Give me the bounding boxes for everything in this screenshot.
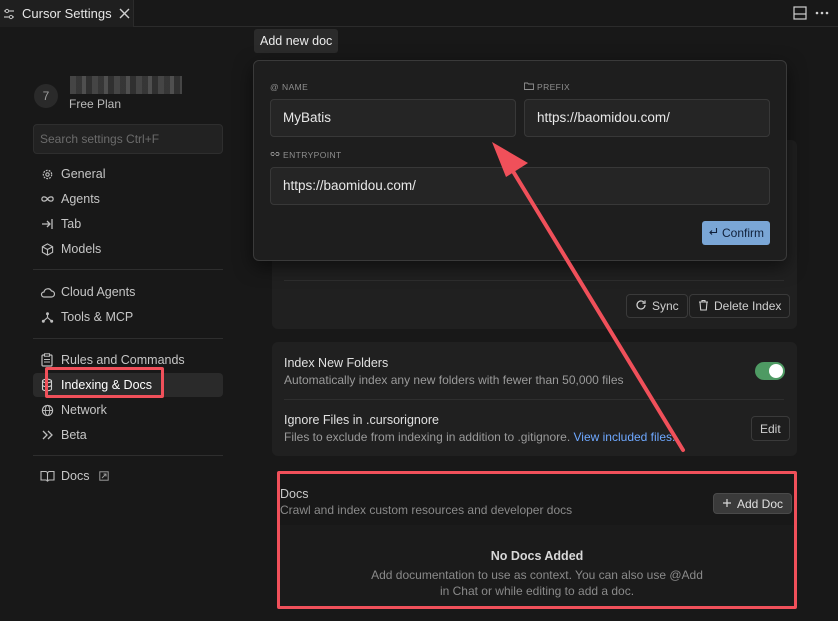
external-link-icon bbox=[99, 471, 110, 481]
sidebar-item-label: Beta bbox=[61, 428, 87, 442]
sidebar-divider bbox=[33, 455, 223, 456]
clipboard-icon bbox=[39, 352, 55, 368]
highlight-box-indexing-docs bbox=[45, 367, 164, 398]
sidebar-item-label: Models bbox=[61, 242, 102, 256]
edit-button[interactable]: Edit bbox=[751, 416, 790, 441]
view-included-files-link[interactable]: View included files. bbox=[574, 430, 676, 444]
sync-label: Sync bbox=[652, 299, 679, 313]
entrypoint-field-label: ENTRYPOINT bbox=[270, 150, 342, 160]
prefix-field-label: PREFIX bbox=[524, 82, 570, 92]
username-redacted bbox=[70, 76, 182, 94]
sync-button[interactable]: Sync bbox=[626, 294, 688, 318]
delete-index-label: Delete Index bbox=[714, 299, 782, 313]
settings-sliders-icon bbox=[2, 7, 16, 21]
sidebar-item-label: Network bbox=[61, 403, 107, 417]
add-new-doc-title: Add new doc bbox=[254, 29, 339, 53]
sidebar-item-tools-mcp[interactable]: Tools & MCP bbox=[33, 305, 223, 329]
sidebar-item-label: Tab bbox=[61, 217, 82, 231]
confirm-label: Confirm bbox=[721, 226, 764, 240]
index-new-folders-desc: Automatically index any new folders with… bbox=[284, 373, 624, 387]
prefix-label-text: PREFIX bbox=[537, 82, 571, 92]
sidebar-item-network[interactable]: Network bbox=[33, 398, 223, 422]
delete-index-button[interactable]: Delete Index bbox=[689, 294, 791, 318]
sidebar-item-general[interactable]: General bbox=[33, 162, 223, 186]
arrow-right-to-line-icon bbox=[39, 216, 55, 232]
tab-bar: Cursor Settings bbox=[0, 0, 838, 27]
entrypoint-label-text: ENTRYPOINT bbox=[283, 150, 342, 160]
sidebar-item-label: General bbox=[61, 167, 106, 181]
sidebar-item-cloud-agents[interactable]: Cloud Agents bbox=[33, 280, 223, 304]
sidebar-item-models[interactable]: Models bbox=[33, 237, 223, 261]
sidebar-item-label: Tools & MCP bbox=[61, 310, 134, 324]
chevrons-right-icon bbox=[39, 427, 55, 443]
ignore-files-desc-text: Files to exclude from indexing in additi… bbox=[284, 430, 571, 444]
avatar: 7 bbox=[34, 84, 58, 108]
more-icon[interactable] bbox=[814, 6, 830, 20]
sidebar-divider bbox=[33, 269, 223, 270]
sidebar-item-label: Docs bbox=[61, 469, 90, 483]
ignore-files-title: Ignore Files in .cursorignore bbox=[284, 413, 439, 427]
infinity-icon bbox=[39, 191, 55, 207]
sidebar-item-label: Rules and Commands bbox=[61, 353, 185, 367]
name-field[interactable]: MyBatis bbox=[270, 99, 516, 137]
sidebar-item-docs[interactable]: Docs bbox=[33, 464, 223, 488]
prefix-field[interactable]: https://baomidou.com/ bbox=[524, 99, 770, 137]
search-input[interactable]: Search settings Ctrl+F bbox=[33, 124, 223, 154]
name-field-label: @ NAME bbox=[270, 82, 308, 92]
enter-icon bbox=[708, 226, 718, 240]
ignore-files-desc: Files to exclude from indexing in additi… bbox=[284, 430, 675, 444]
confirm-button[interactable]: Confirm bbox=[702, 221, 770, 245]
cube-icon bbox=[39, 241, 55, 257]
sidebar-item-tab[interactable]: Tab bbox=[33, 212, 223, 236]
index-new-folders-title: Index New Folders bbox=[284, 356, 389, 370]
sidebar-item-label: Agents bbox=[61, 192, 100, 206]
trash-icon bbox=[698, 299, 709, 314]
sidebar-item-agents[interactable]: Agents bbox=[33, 187, 223, 211]
sidebar-divider bbox=[33, 338, 223, 339]
nodes-icon bbox=[39, 309, 55, 325]
folder-icon bbox=[524, 82, 534, 92]
globe-icon bbox=[39, 402, 55, 418]
link-icon bbox=[270, 150, 280, 160]
row-divider bbox=[284, 280, 784, 281]
book-icon bbox=[39, 468, 55, 484]
split-layout-icon[interactable] bbox=[793, 6, 807, 20]
index-new-folders-toggle[interactable] bbox=[755, 362, 785, 380]
sidebar-item-label: Cloud Agents bbox=[61, 285, 136, 299]
plan-label: Free Plan bbox=[69, 97, 122, 111]
cloud-icon bbox=[39, 284, 55, 300]
tab-title: Cursor Settings bbox=[22, 6, 112, 21]
close-icon[interactable] bbox=[118, 7, 132, 21]
sidebar-item-beta[interactable]: Beta bbox=[33, 423, 223, 447]
row-divider bbox=[284, 399, 784, 400]
toggle-knob bbox=[769, 364, 783, 378]
refresh-icon bbox=[635, 299, 647, 314]
gear-icon bbox=[39, 166, 55, 182]
highlight-box-docs-section bbox=[277, 471, 797, 609]
name-label-text: NAME bbox=[282, 82, 309, 92]
at-icon: @ bbox=[270, 82, 280, 92]
entrypoint-field[interactable]: https://baomidou.com/ bbox=[270, 167, 770, 205]
tab-cursor-settings[interactable]: Cursor Settings bbox=[0, 0, 134, 27]
